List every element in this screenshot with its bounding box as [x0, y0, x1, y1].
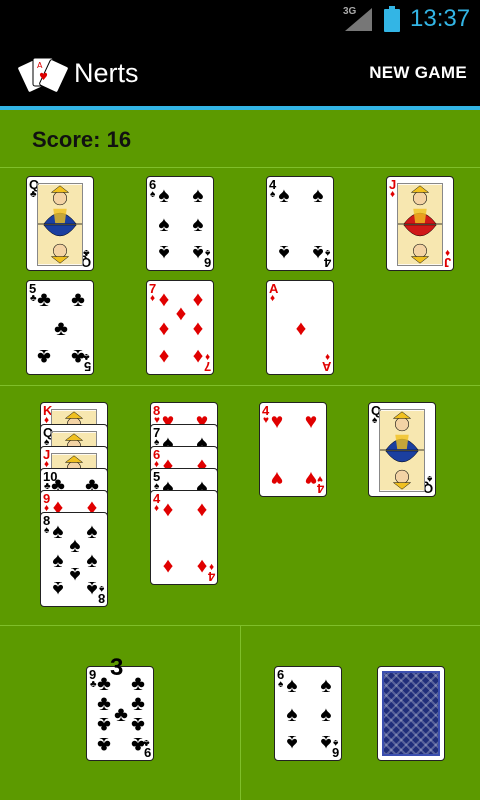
card-pip: ♣	[54, 316, 68, 340]
card-suit: ♠	[372, 415, 378, 426]
card-pip: ♣	[71, 288, 85, 311]
nerts-pile-count: 3	[110, 654, 124, 681]
card-suit: ♣	[83, 247, 90, 258]
app-title: Nerts	[74, 58, 139, 88]
card-pip: ♦	[192, 316, 204, 340]
score-label: Score: 16	[32, 127, 132, 152]
card-pip: ♠	[278, 241, 290, 264]
status-bar: 3G 13:37	[0, 0, 480, 38]
card-pip: ♠	[320, 702, 332, 726]
foundation-card[interactable]: Q ♣ Q ♣	[26, 176, 94, 271]
divider	[240, 625, 241, 800]
card-pip: ♥	[270, 410, 284, 433]
card-pip: ♣	[71, 345, 85, 368]
card-pip: ♣	[131, 732, 145, 756]
card-face	[397, 183, 443, 266]
card-pip: ♠	[312, 184, 324, 207]
foundation-card[interactable]: A ♦ A ♦ ♦	[266, 280, 334, 375]
signal-icon	[345, 8, 372, 31]
court-figure-icon	[398, 184, 442, 265]
card-pip: ♦	[295, 316, 307, 340]
waste-card[interactable]: 6 ♠ 6 ♠ ♠ ♠ ♠ ♠ ♠ ♠	[274, 666, 342, 761]
card-pip: ♦	[192, 345, 204, 368]
action-bar: A ♥ Nerts NEW GAME	[0, 38, 480, 110]
card-pip: ♠	[286, 674, 298, 697]
card-pip: ♦	[196, 498, 208, 521]
card-pip: ♦	[162, 498, 174, 521]
app-cards-icon[interactable]: A ♥	[18, 54, 68, 94]
card-pip: ♣	[131, 712, 145, 736]
svg-text:A: A	[37, 61, 43, 70]
tableau-card[interactable]: 8 ♠ 8 ♠ ♠ ♠ ♠ ♠ ♠ ♠ ♠ ♠	[40, 512, 108, 607]
card-pip: ♠	[158, 241, 170, 264]
card-face	[379, 409, 425, 492]
card-suit: ♦	[324, 351, 330, 362]
card-back-icon	[382, 671, 440, 756]
card-pip: ♦	[196, 555, 208, 578]
card-suit: ♦	[270, 293, 276, 304]
card-pip: ♠	[86, 577, 98, 600]
card-pip: ♠	[192, 241, 204, 264]
divider	[0, 167, 480, 168]
card-pip: ♠	[278, 184, 290, 207]
court-figure-icon	[38, 184, 82, 265]
card-suit: ♦	[444, 247, 450, 258]
card-suit: ♦	[390, 189, 396, 200]
court-figure-icon	[380, 410, 424, 491]
card-pip: ♣	[37, 288, 51, 311]
card-pip: ♥	[304, 467, 318, 490]
card-pip: ♠	[312, 241, 324, 264]
foundation-card[interactable]: 7 ♦ 7 ♦ ♦ ♦ ♦ ♦ ♦ ♦ ♦	[146, 280, 214, 375]
card-pip: ♠	[320, 731, 332, 754]
card-pip: ♠	[286, 702, 298, 726]
new-game-button[interactable]: NEW GAME	[369, 63, 467, 83]
card-pip: ♠	[52, 577, 64, 600]
card-pip: ♦	[158, 316, 170, 340]
foundation-card[interactable]: 4 ♠ 4 ♠ ♠ ♠ ♠ ♠	[266, 176, 334, 271]
card-suit: ♠	[426, 473, 432, 484]
card-pip: ♥	[304, 410, 318, 433]
stock-pile[interactable]	[377, 666, 445, 761]
tableau-card[interactable]: 4 ♥ 4 ♥ ♥ ♥ ♥ ♥	[259, 402, 327, 497]
card-pip: ♠	[158, 184, 170, 207]
foundation-card[interactable]: J ♦ J ♦	[386, 176, 454, 271]
clock: 13:37	[410, 5, 471, 32]
tableau-card[interactable]: 4 ♦ 4 ♦ ♦ ♦ ♦ ♦	[150, 490, 218, 585]
card-suit: ♣	[30, 189, 37, 200]
card-pip: ♥	[270, 467, 284, 490]
tableau-card[interactable]: Q♠Q♠	[368, 402, 436, 497]
card-pip: ♠	[286, 731, 298, 754]
card-pip: ♣	[97, 712, 111, 736]
card-pip: ♠	[320, 674, 332, 697]
svg-text:♥: ♥	[39, 72, 48, 83]
card-pip: ♣	[131, 672, 145, 696]
card-pip: ♠	[192, 212, 204, 236]
battery-icon	[384, 6, 400, 32]
card-pip: ♣	[97, 732, 111, 756]
foundation-card[interactable]: 6 ♠ 6 ♠ ♠ ♠ ♠ ♠ ♠ ♠	[146, 176, 214, 271]
card-face	[37, 183, 83, 266]
card-pip: ♦	[162, 555, 174, 578]
card-pip: ♣	[37, 345, 51, 368]
card-pip: ♠	[158, 212, 170, 236]
foundation-card[interactable]: 5 ♣ 5 ♣ ♣ ♣ ♣ ♣ ♣	[26, 280, 94, 375]
card-pip: ♠	[192, 184, 204, 207]
divider	[0, 385, 480, 386]
game-table: Score: 16 Q ♣ Q ♣ 6 ♠ 6 ♠ ♠ ♠ ♠ ♠ ♠ ♠ 4 ♠ 4 ♠ ♠ ♠ ♠ ♠ J ♦ J ♦ 5 ♣ 5 ♣…	[0, 110, 480, 800]
card-pip: ♦	[158, 345, 170, 368]
